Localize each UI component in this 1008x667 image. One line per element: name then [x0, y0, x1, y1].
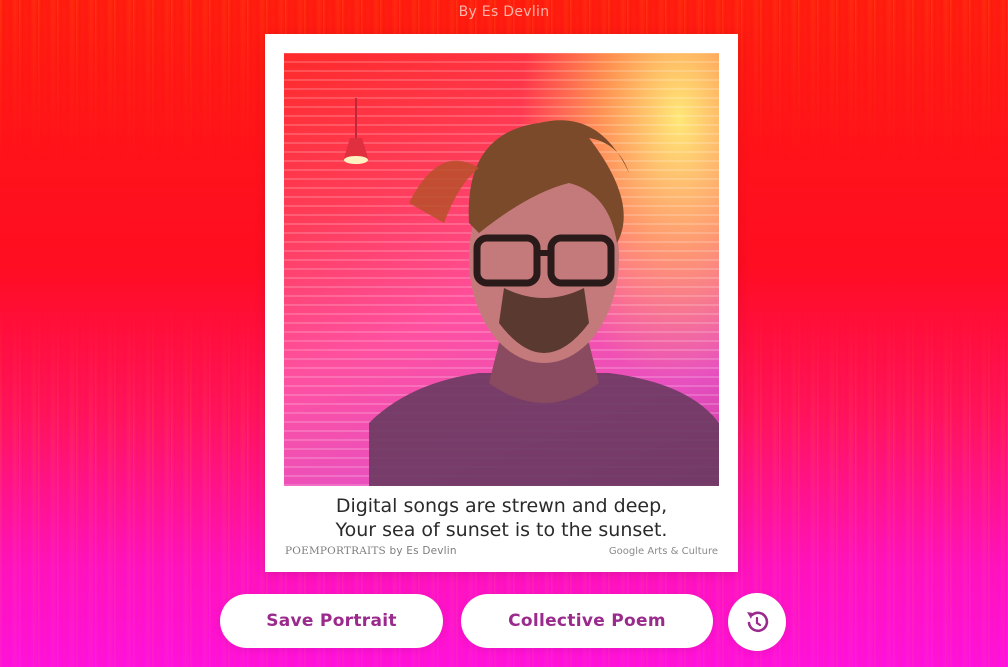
portrait-card: Digital songs are strewn and deep, Your … — [265, 34, 738, 572]
poemportraits-logo: POEMPORTRAITS — [285, 545, 386, 557]
collective-poem-button[interactable]: Collective Poem — [461, 594, 713, 648]
credit-author: by Es Devlin — [389, 545, 457, 557]
poem-line-1: Digital songs are strewn and deep, — [335, 495, 668, 517]
person-silhouette — [369, 120, 719, 486]
portrait-photo — [284, 53, 719, 486]
arts-culture-wordmark: Arts & Culture — [647, 546, 718, 557]
reset-icon — [747, 611, 769, 633]
google-arts-culture-logo: Google Arts & Culture — [609, 546, 718, 557]
google-wordmark: Google — [608, 546, 645, 557]
reset-button[interactable] — [728, 593, 786, 651]
poem-line-2: Your sea of sunset is to the sunset. — [335, 519, 668, 541]
poem-text: Digital songs are strewn and deep, Your … — [265, 494, 738, 542]
byline: By Es Devlin — [458, 4, 550, 20]
save-portrait-button[interactable]: Save Portrait — [220, 594, 443, 648]
poemportraits-credit: POEMPORTRAITS by Es Devlin — [285, 545, 457, 557]
